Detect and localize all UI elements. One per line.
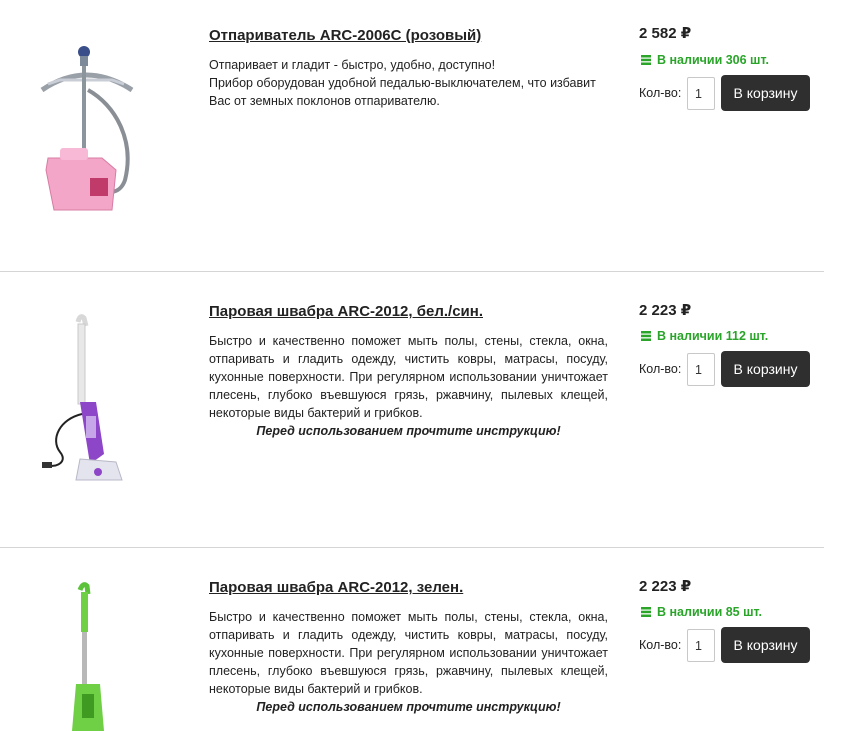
- product-card: Паровая швабра ARC-2012, бел./син. Быстр…: [0, 272, 844, 547]
- product-card: Паровая швабра ARC-2012, зелен. Быстро и…: [0, 548, 844, 731]
- product-title[interactable]: Паровая швабра ARC-2012, бел./син.: [209, 303, 483, 320]
- product-title[interactable]: Паровая швабра ARC-2012, зелен.: [209, 579, 463, 596]
- stock-status: В наличии 306 шт.: [641, 53, 769, 67]
- qty-input[interactable]: [687, 353, 715, 386]
- stock-bars-icon: [641, 55, 651, 65]
- qty-input[interactable]: [687, 629, 715, 662]
- product-card: Отпариватель ARC-2006C (розовый) Отпарив…: [0, 0, 844, 271]
- qty-label: Кол-во:: [639, 362, 682, 376]
- qty-input[interactable]: [687, 77, 715, 110]
- steamer-pink-image[interactable]: [20, 20, 152, 220]
- product-description: Быстро и качественно поможет мыть полы, …: [209, 608, 608, 716]
- description-text: Быстро и качественно поможет мыть полы, …: [209, 610, 608, 696]
- product-price: 2 223 ₽: [639, 578, 692, 595]
- product-price: 2 582 ₽: [639, 25, 692, 42]
- description-text: Быстро и качественно поможет мыть полы, …: [209, 334, 608, 420]
- add-to-cart-button[interactable]: В корзину: [721, 351, 810, 387]
- stock-text: В наличии 112 шт.: [657, 329, 769, 343]
- qty-label: Кол-во:: [639, 638, 682, 652]
- instruction-note: Перед использованием прочтите инструкцию…: [256, 424, 561, 438]
- steam-mop-green-image[interactable]: [20, 576, 152, 731]
- stock-status: В наличии 112 шт.: [641, 329, 768, 343]
- steam-mop-white-violet-image[interactable]: [20, 304, 152, 504]
- stock-bars-icon: [641, 331, 651, 341]
- qty-label: Кол-во:: [639, 86, 682, 100]
- product-description: Быстро и качественно поможет мыть полы, …: [209, 332, 608, 440]
- stock-bars-icon: [641, 607, 651, 617]
- stock-status: В наличии 85 шт.: [641, 605, 762, 619]
- add-to-cart-button[interactable]: В корзину: [721, 75, 810, 111]
- product-title[interactable]: Отпариватель ARC-2006C (розовый): [209, 27, 481, 44]
- product-price: 2 223 ₽: [639, 302, 692, 319]
- stock-text: В наличии 85 шт.: [657, 605, 763, 619]
- product-description: Отпаривает и гладит - быстро, удобно, до…: [209, 58, 596, 108]
- instruction-note: Перед использованием прочтите инструкцию…: [256, 700, 561, 714]
- stock-text: В наличии 306 шт.: [657, 53, 769, 67]
- add-to-cart-button[interactable]: В корзину: [721, 627, 810, 663]
